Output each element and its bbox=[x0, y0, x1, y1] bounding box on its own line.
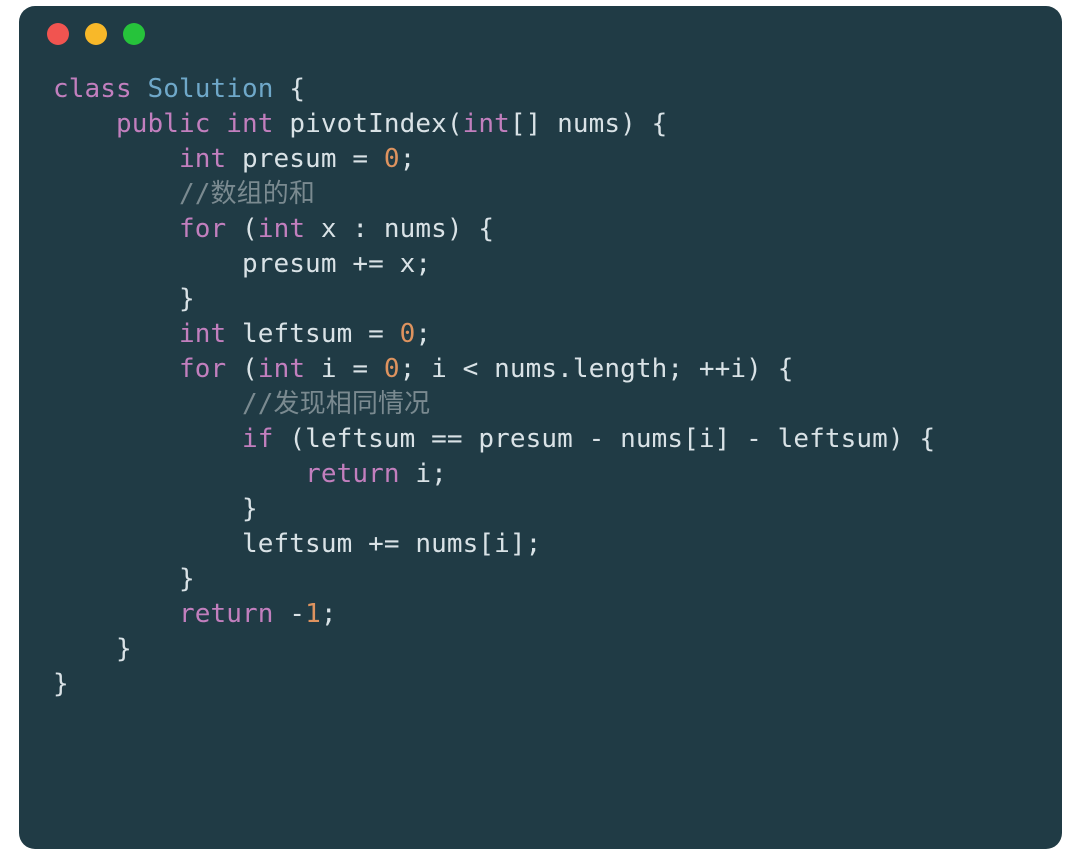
code-line: return i; bbox=[53, 457, 1028, 492]
code-line: int presum = 0; bbox=[53, 142, 1028, 177]
code-token: public bbox=[116, 109, 226, 139]
minimize-icon[interactable] bbox=[85, 23, 107, 45]
code-token: int bbox=[258, 214, 321, 244]
code-token: ( bbox=[242, 214, 258, 244]
code-token: int bbox=[258, 354, 321, 384]
code-line: int leftsum = 0; bbox=[53, 317, 1028, 352]
code-token: return bbox=[179, 599, 289, 629]
code-window: class Solution { public int pivotIndex(i… bbox=[19, 6, 1062, 849]
code-token: { bbox=[289, 74, 305, 104]
code-line: } bbox=[53, 667, 1028, 702]
code-token: presum += x; bbox=[242, 249, 431, 279]
code-line: if (leftsum == presum - nums[i] - leftsu… bbox=[53, 422, 1028, 457]
code-token: //数组的和 bbox=[179, 179, 315, 209]
code-line: for (int i = 0; i < nums.length; ++i) { bbox=[53, 352, 1028, 387]
code-token: presum = bbox=[242, 144, 384, 174]
code-token: 0 bbox=[384, 354, 400, 384]
code-token: 1 bbox=[305, 599, 321, 629]
code-token: } bbox=[179, 564, 195, 594]
code-token: i; bbox=[415, 459, 447, 489]
code-token: //发现相同情况 bbox=[242, 389, 430, 419]
code-line: } bbox=[53, 632, 1028, 667]
code-line: } bbox=[53, 562, 1028, 597]
code-token: int bbox=[226, 109, 289, 139]
code-token: 0 bbox=[384, 144, 400, 174]
code-line: public int pivotIndex(int[] nums) { bbox=[53, 107, 1028, 142]
code-token: ; i < nums.length; ++i) { bbox=[400, 354, 794, 384]
code-token: int bbox=[463, 109, 510, 139]
code-token: ( bbox=[242, 354, 258, 384]
code-token: } bbox=[116, 634, 132, 664]
code-token: if bbox=[242, 424, 289, 454]
code-line: class Solution { bbox=[53, 72, 1028, 107]
code-line: //发现相同情况 bbox=[53, 387, 1028, 422]
zoom-icon[interactable] bbox=[123, 23, 145, 45]
code-token: 0 bbox=[400, 319, 416, 349]
code-token: } bbox=[179, 284, 195, 314]
code-token: ; bbox=[400, 144, 416, 174]
code-line: for (int x : nums) { bbox=[53, 212, 1028, 247]
code-token: int bbox=[179, 319, 242, 349]
code-token: [] nums) { bbox=[510, 109, 668, 139]
window-titlebar bbox=[19, 6, 1062, 62]
code-token: return bbox=[305, 459, 415, 489]
code-token: pivotIndex( bbox=[289, 109, 462, 139]
code-line: } bbox=[53, 282, 1028, 317]
code-line: presum += x; bbox=[53, 247, 1028, 282]
code-line: leftsum += nums[i]; bbox=[53, 527, 1028, 562]
code-token: Solution bbox=[148, 74, 290, 104]
code-token: } bbox=[242, 494, 258, 524]
code-token: } bbox=[53, 669, 69, 699]
code-token: for bbox=[179, 214, 242, 244]
code-token: leftsum = bbox=[242, 319, 400, 349]
code-token: class bbox=[53, 74, 148, 104]
code-line: return -1; bbox=[53, 597, 1028, 632]
code-line: } bbox=[53, 492, 1028, 527]
code-line: //数组的和 bbox=[53, 177, 1028, 212]
code-token: i = bbox=[321, 354, 384, 384]
code-token: leftsum += nums[i]; bbox=[242, 529, 541, 559]
code-token: int bbox=[179, 144, 242, 174]
close-icon[interactable] bbox=[47, 23, 69, 45]
code-token: - bbox=[289, 599, 305, 629]
code-block: class Solution { public int pivotIndex(i… bbox=[19, 62, 1062, 736]
code-token: x : nums) { bbox=[321, 214, 494, 244]
code-token: ; bbox=[415, 319, 431, 349]
code-token: for bbox=[179, 354, 242, 384]
code-token: ; bbox=[321, 599, 337, 629]
code-token: (leftsum == presum - nums[i] - leftsum) … bbox=[289, 424, 935, 454]
